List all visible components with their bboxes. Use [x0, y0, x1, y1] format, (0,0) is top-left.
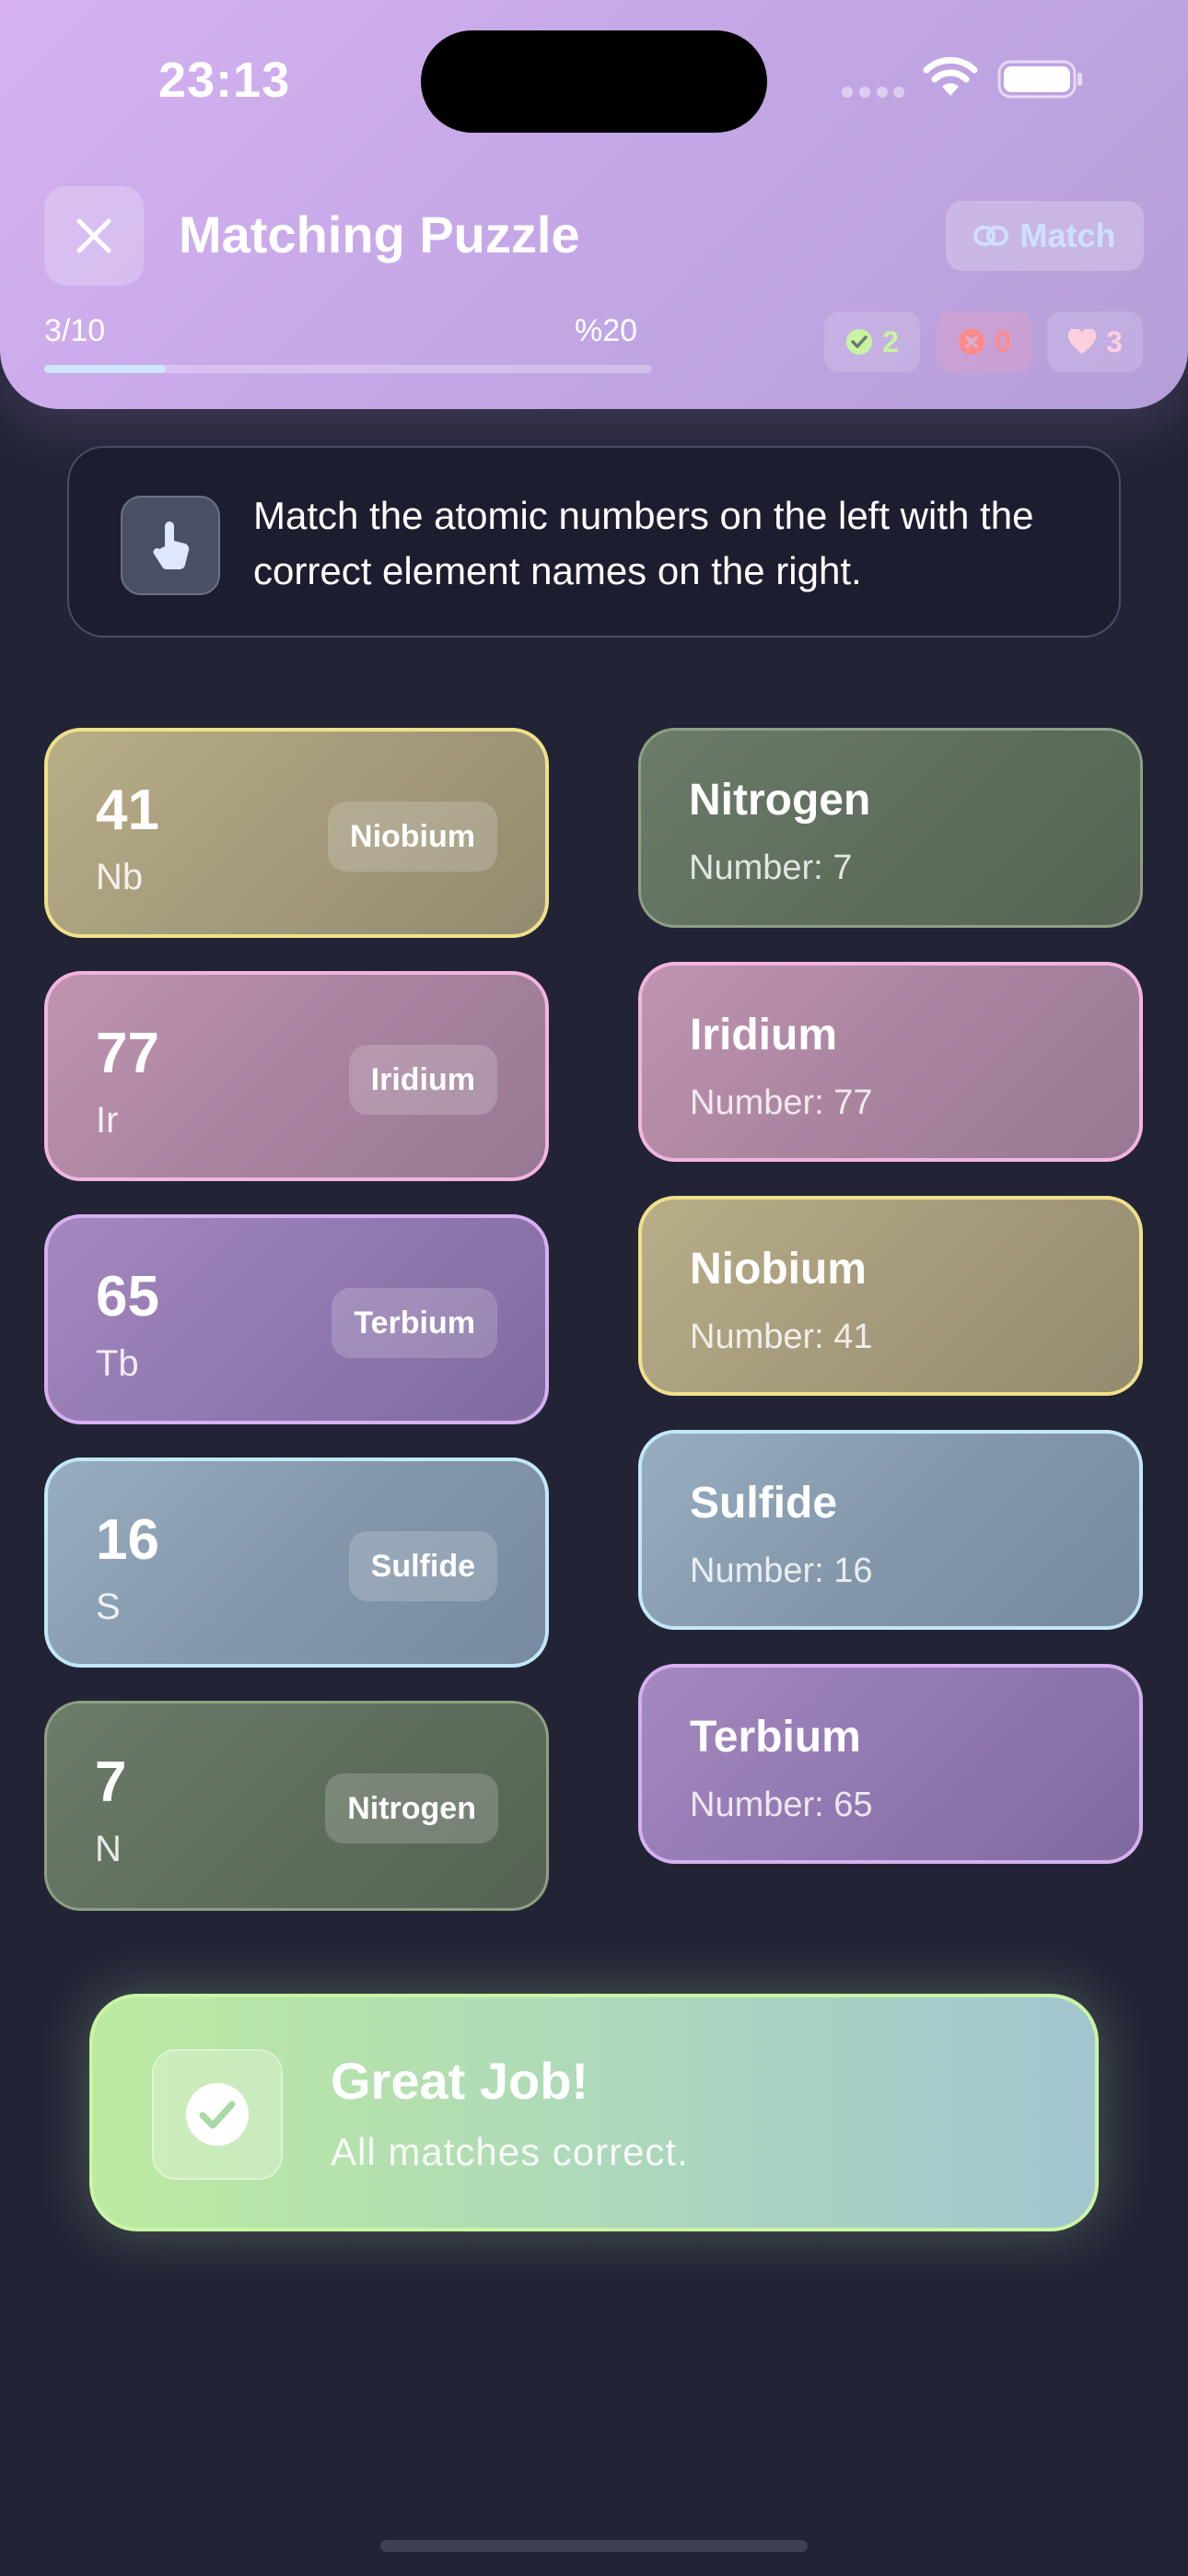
element-number-text: Number: 77: [690, 1083, 873, 1122]
element-name: Iridium: [690, 1011, 838, 1060]
element-number-text: Number: 7: [689, 849, 853, 887]
element-name: Nitrogen: [689, 776, 871, 825]
instruction-text: Match the atomic numbers on the left wit…: [253, 494, 1034, 592]
left-item-41[interactable]: 41 Nb Niobium: [44, 728, 549, 938]
wrong-count: 0: [995, 324, 1011, 358]
element-name: Terbium: [690, 1713, 861, 1762]
element-symbol: S: [96, 1587, 121, 1627]
correct-count: 2: [882, 324, 899, 358]
element-name: Niobium: [690, 1245, 867, 1294]
element-number-text: Number: 65: [690, 1786, 873, 1824]
x-circle-icon: [959, 329, 985, 355]
matched-element-pill: Iridium: [348, 1045, 497, 1115]
check-circle-icon: [152, 2049, 283, 2180]
link-icon: [973, 226, 1009, 246]
left-item-77[interactable]: 77 Ir Iridium: [44, 971, 549, 1181]
cellular-signal-icon: [842, 87, 904, 98]
matched-element-pill: Niobium: [328, 802, 497, 872]
match-button[interactable]: Match: [946, 201, 1144, 271]
right-item-sulfide[interactable]: Sulfide Number: 16: [638, 1430, 1143, 1630]
tap-hand-icon: [121, 496, 220, 595]
progress-bar: [44, 365, 652, 373]
match-button-label: Match: [1019, 217, 1116, 254]
atomic-number: 16: [96, 1508, 159, 1572]
element-symbol: Nb: [96, 857, 144, 897]
wifi-icon: [923, 57, 978, 96]
close-button[interactable]: [44, 186, 144, 286]
progress-count: 3/10: [44, 313, 106, 348]
progress-bar-fill: [44, 365, 166, 373]
right-item-nitrogen[interactable]: Nitrogen Number: 7: [638, 728, 1143, 928]
element-symbol: Tb: [96, 1343, 139, 1384]
element-symbol: N: [95, 1829, 122, 1869]
matched-element-pill: Sulfide: [348, 1531, 497, 1601]
atomic-number: 65: [96, 1265, 159, 1329]
element-number-text: Number: 41: [690, 1317, 873, 1356]
atomic-number: 7: [95, 1751, 127, 1814]
right-item-niobium[interactable]: Niobium Number: 41: [638, 1196, 1143, 1396]
header: 23:13 Matching Puzzle Match 3/10 %20 2 0…: [0, 0, 1188, 409]
progress-percent: %20: [575, 313, 638, 348]
matched-element-pill: Nitrogen: [325, 1774, 498, 1844]
atomic-number: 77: [96, 1022, 159, 1085]
success-banner: Great Job! All matches correct.: [89, 1994, 1099, 2231]
element-number-text: Number: 16: [690, 1551, 873, 1590]
atomic-number: 41: [96, 779, 159, 842]
lives-count: 3: [1106, 324, 1123, 358]
dynamic-island: [421, 30, 767, 133]
instruction-card: Match the atomic numbers on the left wit…: [67, 446, 1121, 638]
success-title: Great Job!: [331, 2052, 589, 2110]
home-indicator[interactable]: [380, 2540, 808, 2552]
status-time: 23:13: [158, 53, 291, 108]
lives-badge: 3: [1047, 311, 1143, 372]
left-item-65[interactable]: 65 Tb Terbium: [44, 1214, 549, 1424]
close-icon: [76, 218, 111, 253]
right-item-iridium[interactable]: Iridium Number: 77: [638, 962, 1143, 1162]
element-symbol: Ir: [96, 1100, 119, 1141]
page-title: Matching Puzzle: [179, 205, 580, 263]
check-circle-icon: [846, 329, 873, 355]
matched-element-pill: Terbium: [332, 1288, 497, 1358]
success-subtitle: All matches correct.: [331, 2130, 689, 2173]
right-item-terbium[interactable]: Terbium Number: 65: [638, 1664, 1143, 1864]
left-item-16[interactable]: 16 S Sulfide: [44, 1458, 549, 1668]
left-item-7[interactable]: 7 N Nitrogen: [44, 1701, 549, 1911]
battery-icon: [997, 60, 1082, 99]
wrong-count-badge: 0: [937, 311, 1032, 372]
heart-icon: [1067, 329, 1097, 354]
element-name: Sulfide: [690, 1479, 838, 1528]
matching-puzzle-screen: 23:13 Matching Puzzle Match 3/10 %20 2 0…: [0, 0, 1188, 2576]
correct-count-badge: 2: [824, 311, 920, 372]
